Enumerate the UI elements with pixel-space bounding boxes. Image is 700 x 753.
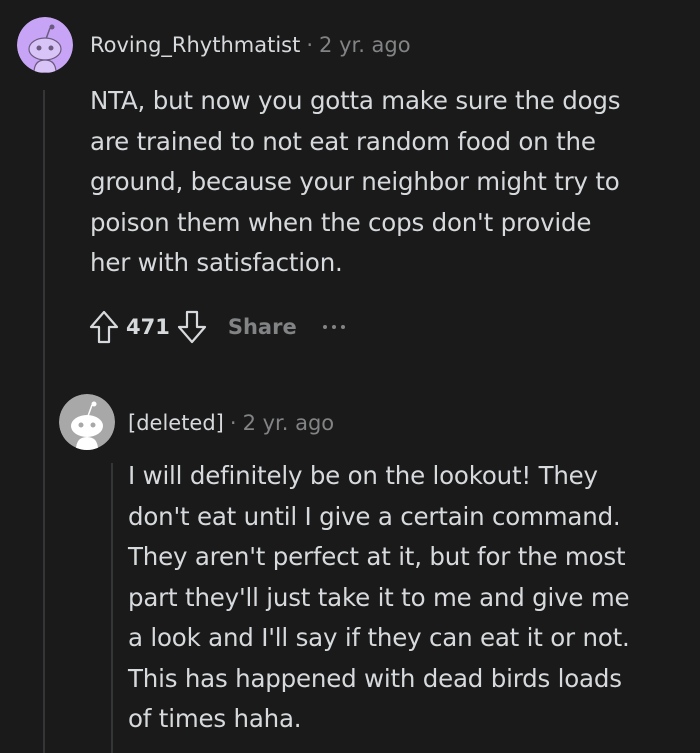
comment-author[interactable]: Roving_Rhythmatist: [90, 33, 300, 57]
reply-avatar[interactable]: [59, 394, 115, 450]
comment-body-line: her with satisfaction.: [90, 248, 343, 277]
downvote-icon: [177, 310, 206, 344]
upvote-button[interactable]: [84, 307, 124, 347]
comment-thread-line[interactable]: [43, 90, 45, 753]
avatar[interactable]: [17, 17, 73, 73]
comment-body: NTA, but now you gotta make sure the dog…: [90, 81, 621, 284]
reply-meta: [deleted] · 2 yr. ago: [128, 411, 334, 435]
reply-body: I will definitely be on the lookout! The…: [128, 456, 630, 740]
more-options-icon[interactable]: [322, 325, 345, 329]
snoo-avatar-icon: [59, 394, 115, 450]
share-button[interactable]: Share: [228, 315, 297, 339]
reply-body-line: don't eat until I give a certain command…: [128, 501, 621, 531]
reply-thread-line[interactable]: [111, 463, 113, 753]
reply-body-line: a look and I'll say if they can eat it o…: [128, 623, 630, 652]
comment-actions: 471 Share: [84, 307, 345, 347]
reply-body-line: This has happened with dead birds loads: [128, 663, 622, 693]
downvote-button[interactable]: [172, 307, 212, 347]
comment-body-line: are trained to not eat random food on th…: [90, 126, 596, 156]
comment-body-line: ground, because your neighbor might try …: [90, 167, 620, 196]
reply-body-line: They aren't perfect at it, but for the m…: [128, 542, 626, 571]
meta-separator: ·: [306, 33, 314, 57]
comment-timestamp[interactable]: 2 yr. ago: [319, 33, 411, 57]
reply-author[interactable]: [deleted]: [128, 411, 224, 435]
meta-separator: ·: [229, 411, 237, 435]
vote-score: 471: [126, 315, 170, 339]
comment-body-line: poison them when the cops don't provide: [90, 207, 592, 237]
reply-body-line: of times haha.: [128, 704, 302, 733]
snoo-avatar-icon: [17, 17, 73, 73]
upvote-icon: [89, 310, 119, 344]
reply-body-line: I will definitely be on the lookout! The…: [128, 461, 598, 490]
reply-timestamp[interactable]: 2 yr. ago: [243, 411, 335, 435]
comment-body-line: NTA, but now you gotta make sure the dog…: [90, 86, 621, 115]
reply-body-line: part they'll just take it to me and give…: [128, 582, 630, 612]
comment-meta: Roving_Rhythmatist · 2 yr. ago: [90, 33, 411, 57]
